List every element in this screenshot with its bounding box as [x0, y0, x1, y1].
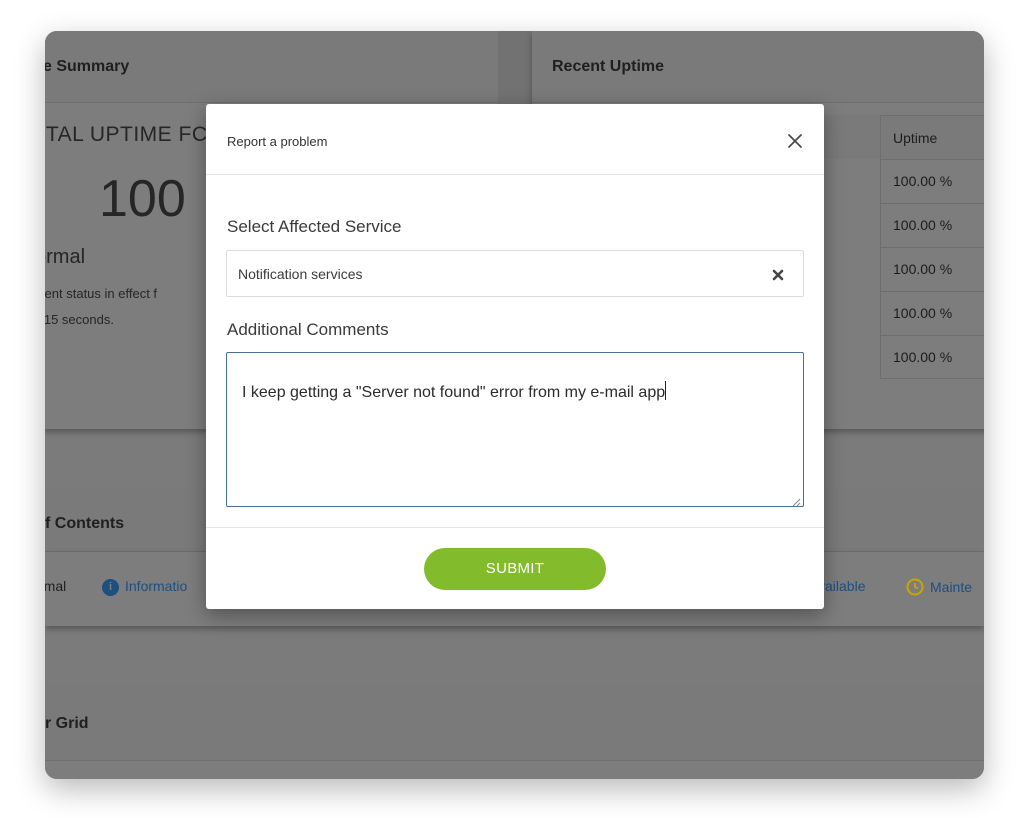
close-icon — [788, 134, 802, 148]
report-problem-modal: Report a problem Select Affected Service… — [206, 104, 824, 609]
table-row: 100.00 % — [880, 159, 984, 203]
comments-text: I keep getting a "Server not found" erro… — [242, 381, 667, 402]
total-uptime-caption: OTAL UPTIME FC — [45, 123, 208, 146]
toc-item-normal[interactable]: rmal — [45, 578, 66, 594]
toc-panel-title: f Contents — [45, 515, 125, 532]
table-row: 100.00 % — [880, 291, 984, 335]
toc-item-information-label: Informatio — [125, 578, 188, 594]
status-description-line-1: irrent status in effect f — [45, 286, 158, 301]
close-button[interactable] — [782, 128, 808, 154]
comments-label: Additional Comments — [227, 320, 389, 339]
toc-item-normal-label: rmal — [45, 578, 67, 594]
resize-handle-icon[interactable] — [791, 494, 801, 507]
status-description-line-2: d 15 seconds. — [45, 312, 114, 327]
table-row: 100.00 % — [880, 247, 984, 291]
clear-x-icon — [772, 269, 784, 281]
toc-item-maintenance[interactable]: Mainte — [906, 578, 972, 599]
summary-panel-title: e Summary — [45, 58, 130, 75]
uptime-cell: 100.00 % — [893, 173, 953, 189]
table-row: 100.00 % — [880, 335, 984, 379]
modal-title: Report a problem — [227, 134, 328, 149]
service-label: Select Affected Service — [227, 217, 402, 236]
recent-uptime-title: Recent Uptime — [552, 58, 665, 75]
grid-panel-body — [45, 761, 984, 779]
comments-text-value: I keep getting a "Server not found" erro… — [242, 384, 666, 401]
text-caret — [665, 381, 667, 400]
grid-panel-header: r Grid — [45, 685, 984, 761]
toc-item-unavailable[interactable]: vailable — [818, 578, 865, 594]
uptime-cell: 100.00 % — [893, 349, 953, 365]
table-row: 100.00 % — [880, 203, 984, 247]
modal-header: Report a problem — [206, 104, 824, 175]
uptime-column-header: Uptime — [880, 115, 984, 159]
toc-item-maintenance-label: Mainte — [930, 579, 973, 596]
comments-textarea[interactable]: I keep getting a "Server not found" erro… — [226, 352, 804, 507]
clock-icon — [906, 578, 924, 599]
uptime-column-label: Uptime — [893, 130, 938, 146]
summary-panel-header: e Summary — [45, 31, 498, 103]
grid-panel-title: r Grid — [45, 715, 89, 732]
modal-footer-divider — [206, 527, 824, 528]
overall-status-label: ormal — [45, 246, 86, 268]
recent-uptime-header: Recent Uptime — [532, 31, 984, 103]
info-circle-icon: i — [102, 578, 119, 596]
submit-button[interactable]: SUBMIT — [424, 548, 606, 590]
clear-selection-button[interactable] — [768, 265, 788, 285]
service-select[interactable]: Notification services — [226, 250, 804, 297]
total-uptime-value: 100 — [99, 170, 186, 228]
toc-item-information[interactable]: i Informatio — [102, 578, 187, 596]
service-select-value: Notification services — [238, 266, 363, 282]
uptime-cell: 100.00 % — [893, 305, 953, 321]
toc-item-unavailable-label: vailable — [818, 578, 866, 594]
uptime-cell: 100.00 % — [893, 261, 953, 277]
uptime-cell: 100.00 % — [893, 217, 953, 233]
